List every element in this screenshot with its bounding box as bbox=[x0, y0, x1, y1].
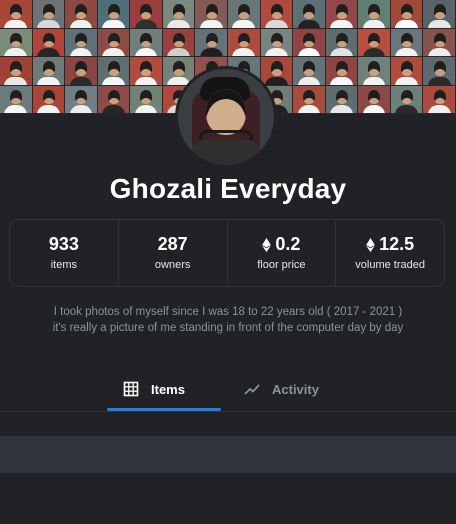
banner-photo bbox=[0, 28, 33, 57]
banner-photo bbox=[325, 85, 359, 114]
banner-photo bbox=[228, 0, 261, 29]
banner-photo bbox=[0, 0, 33, 29]
stat-volume-traded[interactable]: 12.5 volume traded bbox=[336, 220, 444, 286]
stat-floor-price-value: 0.2 bbox=[275, 234, 301, 254]
ethereum-icon bbox=[262, 237, 272, 252]
tab-activity-label: Activity bbox=[272, 381, 319, 397]
collection-tabs: Items Activity bbox=[0, 368, 456, 412]
collection-stats: 933 items 287 owners 0.2 floor price 12.… bbox=[9, 219, 445, 287]
banner-photo bbox=[260, 57, 294, 86]
stat-items-label: items bbox=[50, 259, 78, 271]
banner-photo bbox=[195, 0, 228, 29]
stat-items[interactable]: 933 items bbox=[10, 220, 119, 286]
collection-avatar bbox=[178, 69, 274, 165]
banner-photo bbox=[97, 85, 131, 114]
avatar-shirt-shape bbox=[190, 139, 262, 165]
banner-photo bbox=[293, 28, 326, 57]
stat-volume-traded-label: volume traded bbox=[355, 259, 425, 271]
ethereum-icon bbox=[366, 237, 375, 252]
banner-photo bbox=[32, 57, 66, 86]
banner-photo bbox=[162, 0, 196, 29]
banner-photo bbox=[0, 85, 33, 114]
banner-photo bbox=[293, 0, 326, 29]
activity-icon bbox=[244, 381, 260, 397]
banner-photo bbox=[130, 28, 163, 57]
stat-value-row: 933 bbox=[49, 235, 79, 253]
banner-photo bbox=[130, 0, 163, 29]
tab-items[interactable]: Items bbox=[107, 368, 221, 410]
active-tab-indicator bbox=[107, 408, 221, 411]
banner-photo bbox=[130, 57, 163, 86]
tab-items-label: Items bbox=[151, 381, 185, 397]
banner-photo bbox=[423, 85, 456, 114]
banner-photo bbox=[97, 0, 131, 29]
description-line-1: I took photos of myself since I was 18 t… bbox=[53, 306, 403, 318]
banner-photo bbox=[293, 85, 326, 114]
stat-owners-label: owners bbox=[154, 259, 191, 271]
banner-photo bbox=[325, 28, 359, 57]
banner-photo bbox=[32, 0, 66, 29]
banner-photo bbox=[65, 85, 98, 114]
banner-photo bbox=[358, 28, 391, 57]
collection-description: I took photos of myself since I was 18 t… bbox=[26, 304, 430, 336]
banner-photo bbox=[423, 57, 456, 86]
stat-floor-price-label: floor price bbox=[257, 259, 306, 271]
banner-photo bbox=[325, 0, 359, 29]
banner-photo bbox=[423, 0, 456, 29]
stat-owners[interactable]: 287 owners bbox=[119, 220, 228, 286]
collection-title: Ghozali Everyday bbox=[109, 173, 347, 204]
banner-photo bbox=[358, 85, 391, 114]
banner-photo bbox=[390, 57, 424, 86]
banner-photo bbox=[390, 28, 424, 57]
banner-photo bbox=[325, 57, 359, 86]
stat-value-row: 287 bbox=[158, 235, 188, 253]
stat-value-row: 0.2 bbox=[262, 235, 300, 253]
filter-bar[interactable] bbox=[0, 436, 456, 473]
grid-icon bbox=[123, 381, 139, 397]
banner-photo bbox=[32, 85, 66, 114]
stat-volume-traded-value: 12.5 bbox=[379, 234, 415, 254]
banner-photo bbox=[162, 28, 196, 57]
banner-photo bbox=[195, 28, 228, 57]
banner-photo bbox=[390, 0, 424, 29]
banner-photo bbox=[260, 28, 294, 57]
banner-photo bbox=[130, 85, 163, 114]
banner-photo bbox=[358, 0, 391, 29]
avatar-face-shape bbox=[206, 89, 246, 135]
banner-photo bbox=[423, 28, 456, 57]
collection-page: Ghozali Everyday 933 items 287 owners 0.… bbox=[0, 0, 456, 524]
banner-photo bbox=[97, 57, 131, 86]
banner-photo bbox=[358, 57, 391, 86]
banner-photo bbox=[65, 0, 98, 29]
banner-photo bbox=[293, 57, 326, 86]
tab-activity[interactable]: Activity bbox=[228, 368, 342, 410]
banner-photo bbox=[32, 28, 66, 57]
stat-value-row: 12.5 bbox=[366, 235, 414, 253]
banner-photo bbox=[162, 57, 196, 86]
banner-photo bbox=[65, 57, 98, 86]
banner-photo bbox=[260, 0, 294, 29]
stat-owners-value: 287 bbox=[157, 234, 188, 254]
banner-photo bbox=[228, 28, 261, 57]
banner-photo bbox=[0, 57, 33, 86]
banner-photo bbox=[65, 28, 98, 57]
stat-items-value: 933 bbox=[48, 234, 79, 254]
banner-photo bbox=[390, 85, 424, 114]
stat-floor-price[interactable]: 0.2 floor price bbox=[228, 220, 337, 286]
banner-photo bbox=[97, 28, 131, 57]
description-line-2: it's really a picture of me standing in … bbox=[52, 322, 404, 334]
